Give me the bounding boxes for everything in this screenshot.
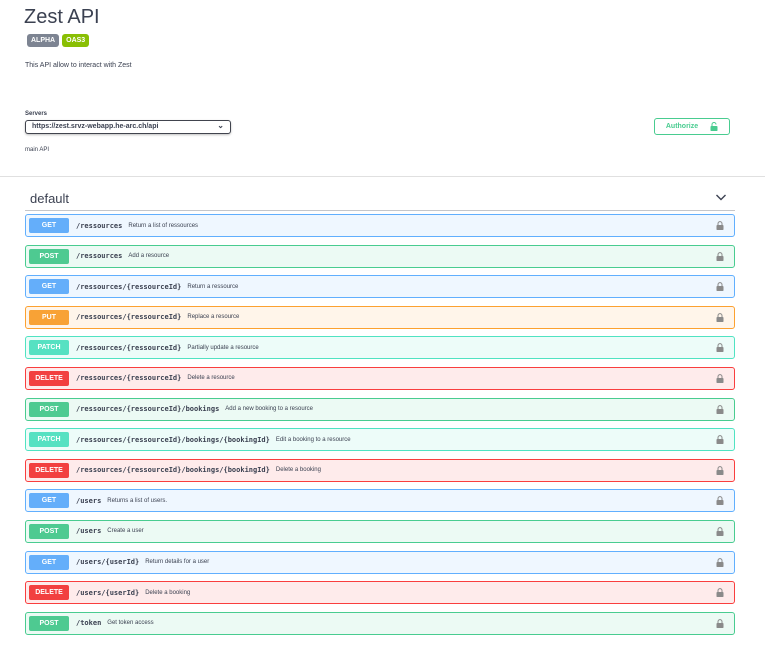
- operation-row[interactable]: POST/token Get token access: [25, 611, 735, 635]
- operation-path: /ressources/{ressourceId}/bookings/{book…: [76, 435, 270, 444]
- operation-summary: Returns a list of users.: [107, 497, 167, 504]
- authorize-label: Authorize: [665, 123, 699, 130]
- lock-icon[interactable]: [716, 435, 724, 445]
- method-badge: DELETE: [29, 585, 69, 601]
- operation-row[interactable]: POST/users Create a user: [25, 519, 735, 543]
- operation-path: /ressources/{ressourceId}/bookings: [76, 405, 220, 414]
- operation-summary: Edit a booking to a resource: [275, 436, 351, 443]
- operation-row[interactable]: PUT/ressources/{ressourceId} Replace a re…: [25, 305, 735, 329]
- operation-row[interactable]: PATCH/ressources/{ressourceId} Partially …: [25, 336, 735, 360]
- lock-icon[interactable]: [716, 404, 724, 414]
- lock-icon[interactable]: [716, 527, 724, 536]
- method-badge: DELETE: [29, 462, 69, 478]
- lock-icon[interactable]: [716, 496, 724, 506]
- server-select-value: https://zest.srvz-webapp.he-arc.ch/api: [32, 123, 159, 130]
- lock-icon[interactable]: [716, 282, 724, 292]
- method-badge: GET: [29, 493, 69, 509]
- method-badge: POST: [29, 523, 69, 539]
- method-badge: GET: [29, 279, 69, 295]
- operation-summary: Partially update a resource: [187, 344, 259, 351]
- version-badges: ALPHA OAS3: [27, 34, 90, 47]
- version-badge: ALPHA: [27, 34, 60, 47]
- tag-section-default[interactable]: default: [25, 186, 735, 211]
- operation-summary: Delete a booking: [145, 589, 191, 596]
- operation-row[interactable]: POST/ressources Add a resource: [25, 244, 735, 268]
- api-description: This API allow to interact with Zest: [25, 62, 132, 69]
- operation-path: /ressources/{ressourceId}: [76, 313, 182, 322]
- operation-row[interactable]: DELETE/ressources/{ressourceId} Delete a …: [25, 366, 735, 390]
- method-badge: PUT: [29, 309, 69, 325]
- method-badge: GET: [29, 554, 69, 570]
- operations-list: GET/ressources Return a list of ressource…: [25, 214, 735, 642]
- chevron-down-icon: ⌄: [217, 121, 224, 130]
- lock-icon[interactable]: [716, 221, 724, 230]
- operation-path: /users: [76, 496, 102, 505]
- operation-path: /users/{userId}: [76, 588, 140, 597]
- operation-summary: Return a ressource: [187, 283, 239, 290]
- operation-summary: Add a resource: [128, 253, 170, 260]
- operation-row[interactable]: GET/ressources/{ressourceId} Return a res…: [25, 275, 735, 299]
- operation-path: /users/{userId}: [76, 558, 140, 567]
- operation-summary: Replace a resource: [187, 314, 240, 321]
- operation-path: /ressources: [76, 221, 123, 230]
- api-title: Zest API: [24, 6, 100, 28]
- operation-path: /ressources/{ressourceId}: [76, 282, 182, 291]
- method-badge: POST: [29, 401, 69, 417]
- operation-summary: Return a list of ressources: [128, 222, 199, 229]
- server-select[interactable]: https://zest.srvz-webapp.he-arc.ch/api ⌄: [25, 120, 231, 134]
- operation-summary: Add a new booking to a resource: [225, 406, 314, 413]
- operation-path: /users: [76, 527, 102, 536]
- operation-row[interactable]: GET/users/{userId} Return details for a u…: [25, 550, 735, 574]
- operation-path: /token: [76, 619, 102, 628]
- tag-name: default: [30, 191, 70, 206]
- lock-icon[interactable]: [716, 465, 724, 475]
- section-divider: [0, 176, 765, 177]
- operation-summary: Delete a booking: [275, 467, 321, 474]
- operation-summary: Get token access: [107, 620, 154, 627]
- servers-label: Servers: [25, 111, 48, 117]
- lock-icon[interactable]: [716, 618, 724, 628]
- spec-badge: OAS3: [62, 34, 90, 47]
- method-badge: POST: [29, 248, 69, 264]
- operation-row[interactable]: DELETE/ressources/{ressourceId}/bookings…: [25, 458, 735, 482]
- authorize-button[interactable]: Authorize: [654, 118, 730, 135]
- server-description: main API: [25, 147, 50, 153]
- method-badge: GET: [29, 218, 69, 233]
- operation-row[interactable]: GET/users Returns a list of users.: [25, 489, 735, 513]
- lock-icon[interactable]: [716, 374, 724, 383]
- operation-summary: Create a user: [107, 528, 144, 535]
- method-badge: PATCH: [29, 432, 69, 448]
- operation-path: /ressources/{ressourceId}/bookings/{book…: [76, 466, 270, 475]
- lock-icon[interactable]: [716, 251, 724, 261]
- lock-icon[interactable]: [716, 588, 724, 598]
- chevron-down-icon[interactable]: [715, 192, 727, 202]
- method-badge: POST: [29, 615, 69, 631]
- lock-icon[interactable]: [716, 343, 724, 353]
- operation-row[interactable]: POST/ressources/{ressourceId}/bookings Ad…: [25, 397, 735, 421]
- operation-row[interactable]: GET/ressources Return a list of ressource…: [25, 214, 735, 237]
- operation-summary: Return details for a user: [145, 559, 210, 566]
- method-badge: PATCH: [29, 340, 69, 356]
- lock-icon[interactable]: [716, 312, 724, 322]
- operation-path: /ressources/{ressourceId}: [76, 343, 182, 352]
- unlock-icon: [710, 122, 718, 131]
- operation-path: /ressources: [76, 252, 123, 261]
- operation-row[interactable]: PATCH/ressources/{ressourceId}/bookings/…: [25, 428, 735, 452]
- operation-summary: Delete a resource: [187, 375, 235, 382]
- operation-path: /ressources/{ressourceId}: [76, 374, 182, 383]
- lock-icon[interactable]: [716, 557, 724, 567]
- method-badge: DELETE: [29, 370, 69, 386]
- operation-row[interactable]: DELETE/users/{userId} Delete a booking: [25, 581, 735, 605]
